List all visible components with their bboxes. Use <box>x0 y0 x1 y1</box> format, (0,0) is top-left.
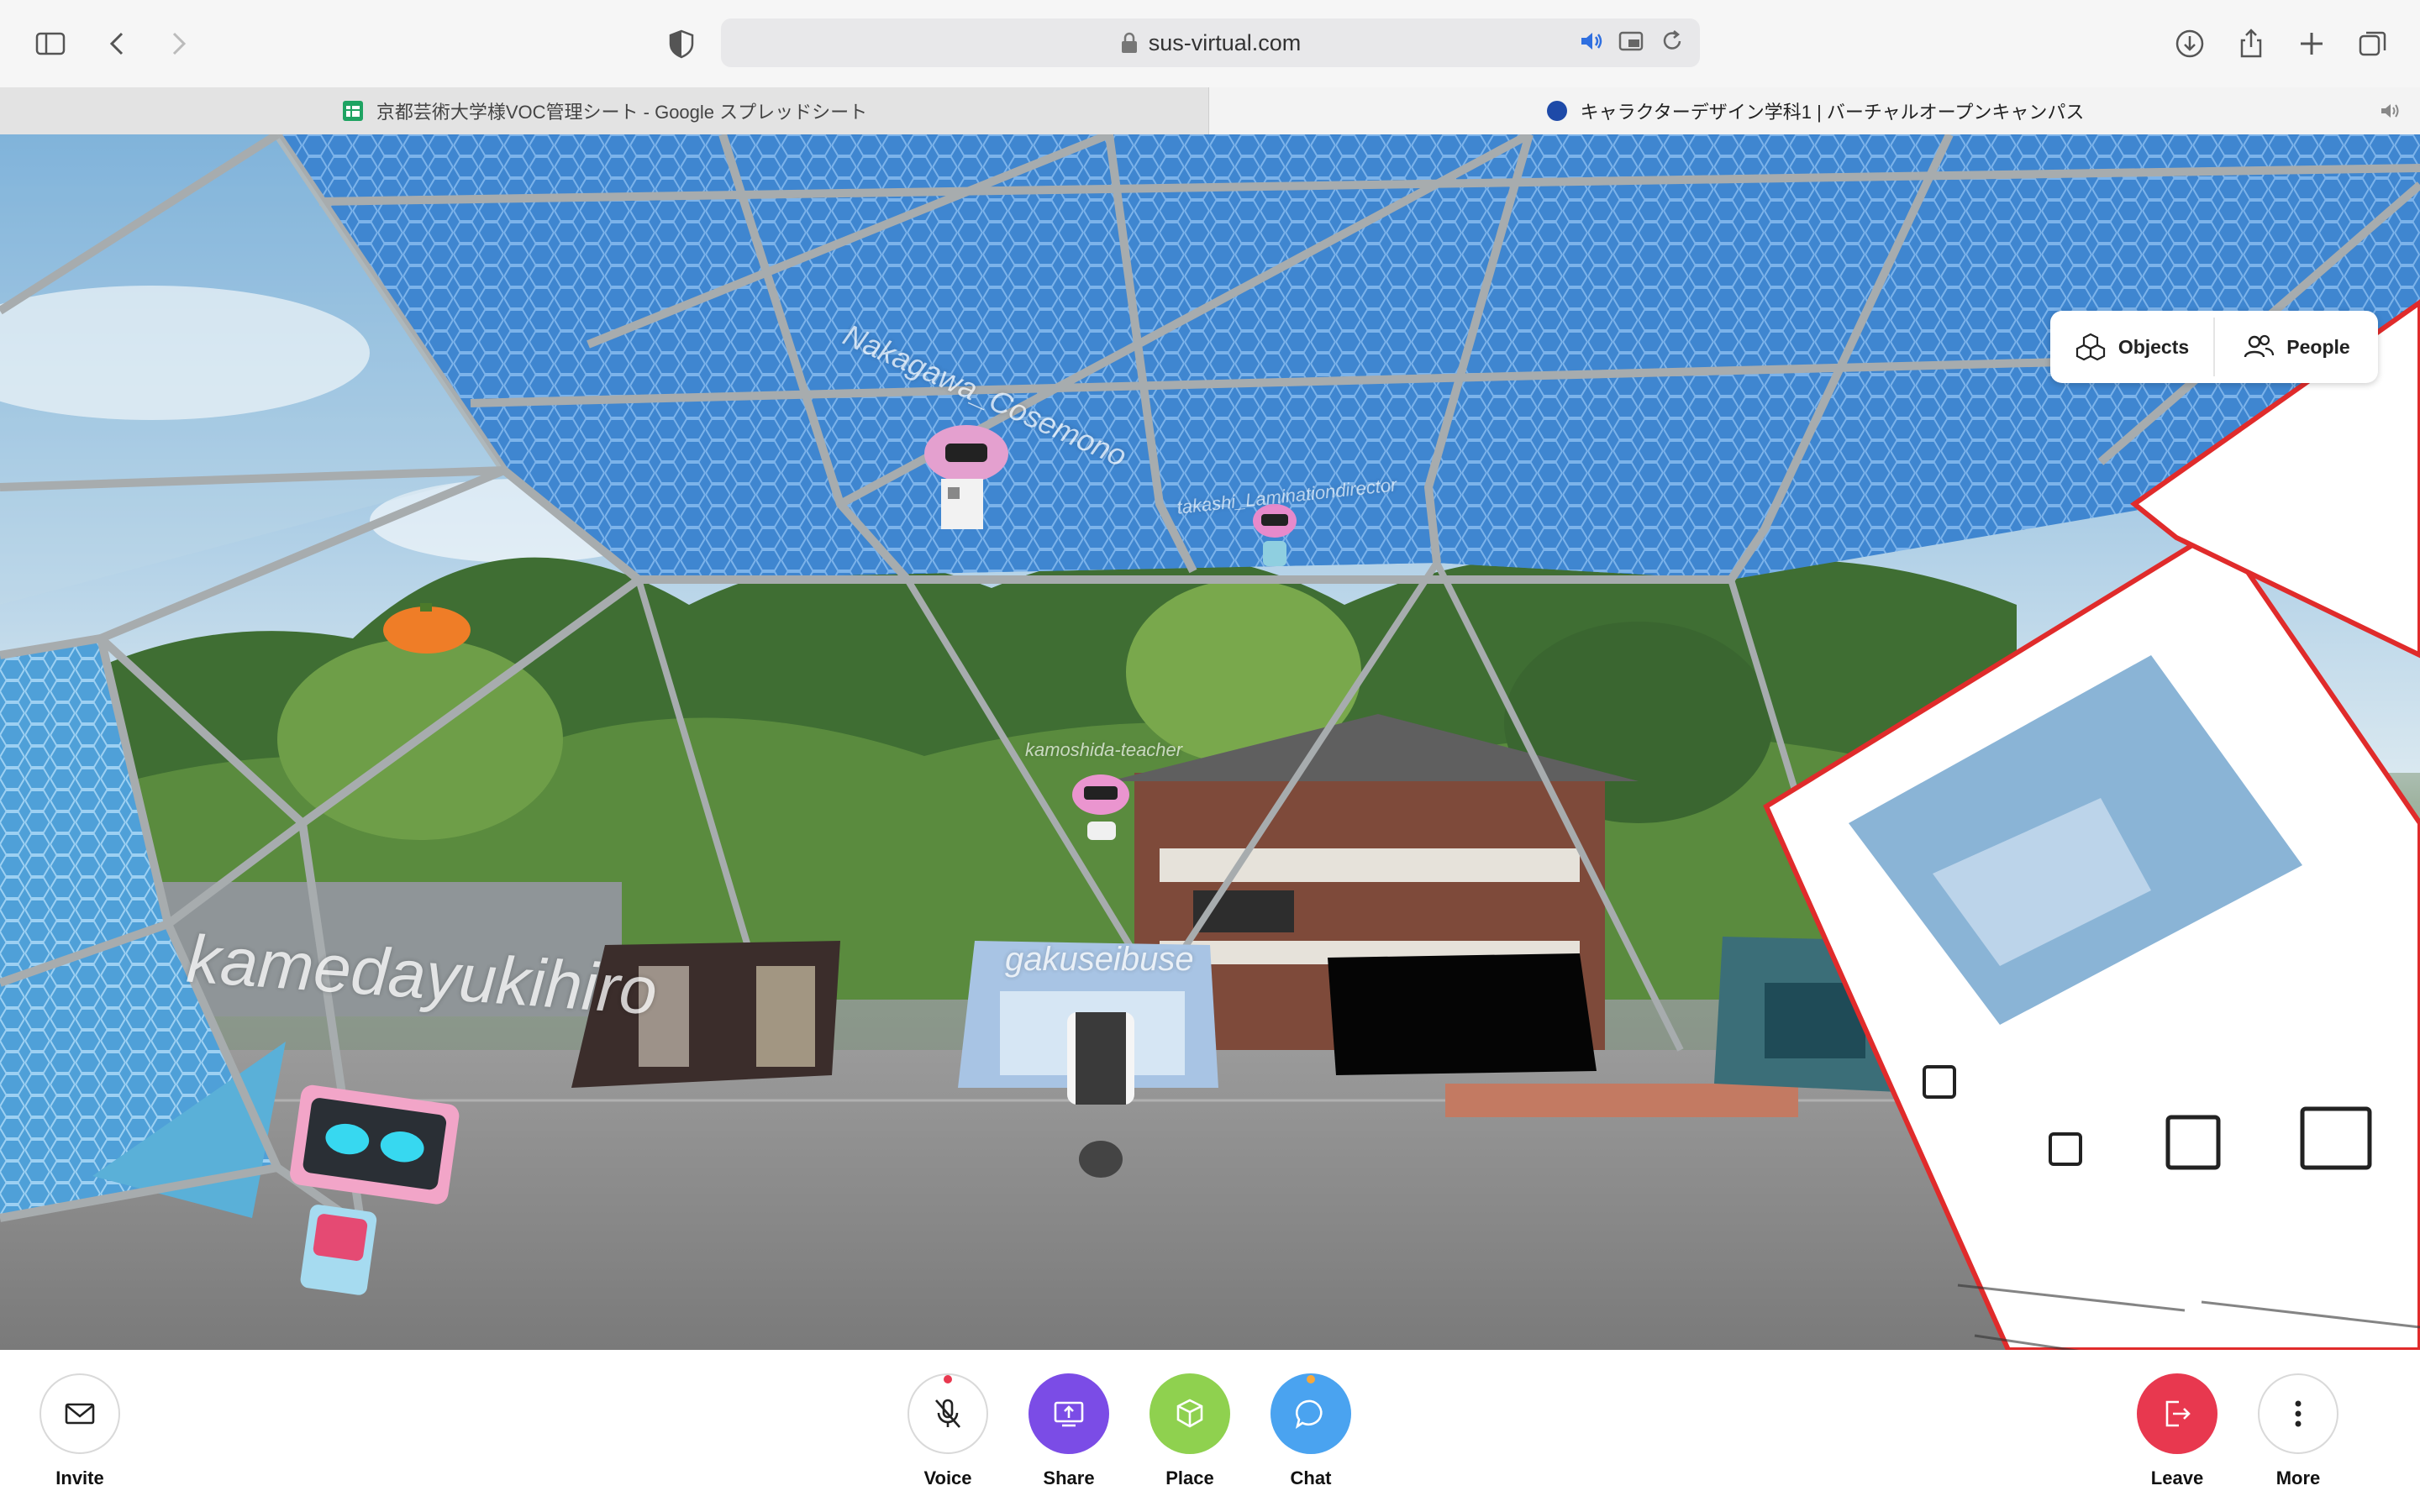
tab-title: 京都芸術大学様VOC管理シート - Google スプレッドシート <box>376 102 868 123</box>
sidebar-icon <box>35 32 66 55</box>
forward-button[interactable] <box>156 22 200 66</box>
invite-circle[interactable] <box>39 1373 120 1454</box>
leave-button[interactable]: Leave <box>2127 1373 2228 1489</box>
tabs-icon <box>2359 31 2386 56</box>
share-label: Share <box>1043 1467 1095 1488</box>
avatar-name-label: kamoshida-teacher <box>1025 739 1183 760</box>
url-text: sus-virtual.com <box>1148 29 1302 55</box>
tab-virtual-campus[interactable]: キャラクターデザイン学科1 | バーチャルオープンキャンパス <box>1209 87 2420 134</box>
objects-people-panel: Objects People <box>2050 311 2378 383</box>
voice-label: Voice <box>923 1467 972 1488</box>
place-circle[interactable] <box>1150 1373 1230 1454</box>
plus-icon <box>2301 33 2323 55</box>
bottom-toolbar: Invite Voice Share Place Chat Leave More <box>0 1350 2420 1512</box>
leave-circle[interactable] <box>2137 1373 2217 1454</box>
objects-label: Objects <box>2118 335 2190 358</box>
cube-icon <box>1176 1399 1203 1428</box>
more-button[interactable]: More <box>2248 1373 2349 1489</box>
invite-label: Invite <box>55 1467 104 1488</box>
place-button[interactable]: Place <box>1139 1373 1240 1489</box>
chat-button[interactable]: Chat <box>1260 1373 1361 1489</box>
address-bar[interactable]: sus-virtual.com <box>721 18 1700 67</box>
people-icon <box>2244 334 2275 358</box>
people-button[interactable]: People <box>2215 311 2378 383</box>
downloads-button[interactable] <box>2168 22 2212 66</box>
download-icon <box>2175 29 2204 58</box>
share-icon <box>2240 29 2262 58</box>
browser-toolbar: sus-virtual.com <box>0 0 2420 88</box>
avatar-name-label: gakuseibuse <box>1005 941 1194 978</box>
back-button[interactable] <box>96 22 139 66</box>
sidebar-toggle-button[interactable] <box>29 22 72 66</box>
picture-in-picture-icon[interactable] <box>1618 27 1646 55</box>
google-sheets-icon <box>342 101 363 121</box>
new-tab-button[interactable] <box>2290 22 2333 66</box>
site-favicon-icon <box>1546 101 1567 121</box>
chevron-left-icon <box>109 32 124 55</box>
screen-share-icon <box>1054 1401 1084 1427</box>
reload-icon[interactable] <box>1658 27 1686 55</box>
more-label: More <box>2275 1467 2321 1488</box>
leave-label: Leave <box>2150 1467 2204 1488</box>
voice-circle[interactable] <box>908 1373 988 1454</box>
lock-icon <box>1121 32 1137 53</box>
chat-label: Chat <box>1290 1467 1332 1488</box>
cubes-icon <box>2075 333 2105 361</box>
people-label: People <box>2286 335 2350 358</box>
more-vertical-icon <box>2295 1400 2302 1427</box>
virtual-space-canvas[interactable]: kamedayukihiro Nakagawa_Cosemono takashi… <box>0 134 2420 1350</box>
chevron-right-icon <box>172 32 187 55</box>
share-circle[interactable] <box>1028 1373 1109 1454</box>
tab-spreadsheet[interactable]: 京都芸術大学様VOC管理シート - Google スプレッドシート <box>0 87 1209 134</box>
tab-overview-button[interactable] <box>2351 22 2395 66</box>
chat-circle[interactable] <box>1270 1373 1351 1454</box>
tab-title: キャラクターデザイン学科1 | バーチャルオープンキャンパス <box>1580 102 2085 123</box>
more-circle[interactable] <box>2258 1373 2338 1454</box>
place-label: Place <box>1165 1467 1214 1488</box>
voice-button[interactable]: Voice <box>897 1373 998 1489</box>
shield-icon <box>669 29 694 59</box>
mic-muted-icon <box>935 1399 960 1428</box>
mic-status-dot <box>944 1375 952 1383</box>
objects-button[interactable]: Objects <box>2050 311 2213 383</box>
share-page-button[interactable] <box>2229 22 2273 66</box>
chat-status-dot <box>1307 1375 1315 1383</box>
envelope-icon <box>65 1403 95 1425</box>
tab-audio-icon[interactable] <box>2378 99 2402 123</box>
chat-bubble-icon <box>1295 1399 1323 1429</box>
exit-icon <box>2165 1400 2191 1427</box>
speaker-icon[interactable] <box>1577 27 1606 55</box>
invite-button[interactable]: Invite <box>29 1373 130 1489</box>
share-button[interactable]: Share <box>1018 1373 1119 1489</box>
tab-bar: 京都芸術大学様VOC管理シート - Google スプレッドシート キャラクター… <box>0 87 2420 135</box>
privacy-report-button[interactable] <box>660 22 703 66</box>
